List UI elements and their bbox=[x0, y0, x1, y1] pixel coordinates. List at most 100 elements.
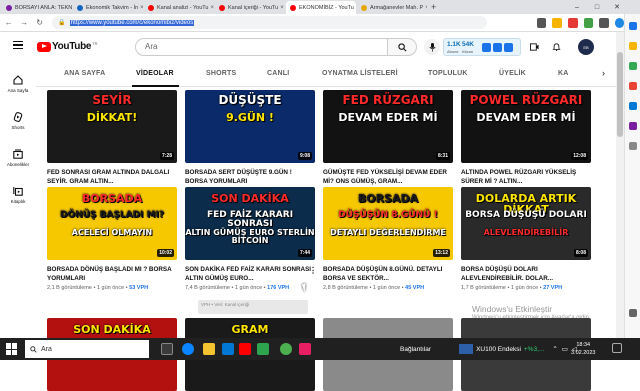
edge-browser-icon[interactable] bbox=[182, 343, 194, 355]
bookmark-star-icon[interactable] bbox=[552, 17, 562, 28]
stats-button-icon[interactable] bbox=[493, 43, 502, 52]
extension-icon[interactable] bbox=[629, 122, 637, 130]
tab-live[interactable]: CANLI bbox=[267, 70, 289, 77]
links-label[interactable]: Bağlantılar bbox=[400, 346, 431, 353]
file-explorer-icon[interactable] bbox=[203, 343, 215, 355]
more-options-icon[interactable]: ⋮ bbox=[309, 266, 317, 275]
notifications-bell-icon[interactable] bbox=[552, 43, 561, 51]
extensions-puzzle-icon[interactable] bbox=[599, 17, 609, 28]
search-button[interactable] bbox=[388, 38, 417, 56]
games-icon[interactable] bbox=[629, 62, 637, 70]
minimize-button[interactable]: – bbox=[568, 0, 586, 14]
stats-button-icon[interactable] bbox=[504, 43, 513, 52]
ticker-name[interactable]: XU100 Endeksi bbox=[476, 346, 521, 353]
video-title[interactable]: ALTINDA POWEL RÜZGARI YÜKSELİŞ SÜRER Mİ … bbox=[461, 168, 591, 186]
back-icon[interactable]: ← bbox=[2, 16, 15, 30]
chrome-icon[interactable] bbox=[280, 343, 292, 355]
video-title[interactable]: SON DAKİKA FED FAİZ KARARI SONRASI ALTIN… bbox=[185, 265, 315, 283]
scrollbar-thumb[interactable] bbox=[617, 52, 623, 137]
app-icon[interactable] bbox=[299, 343, 311, 355]
video-thumbnail[interactable]: DOLARDA ARTIK DİKKAT BORSA DÜŞÜŞÜ DOLARI A… bbox=[461, 187, 591, 260]
browser-tab[interactable]: Kanal analizi - YouTu × bbox=[144, 1, 214, 14]
video-title[interactable]: BORSADA DÜŞÜŞÜN 8.GÜNÜ. DETAYLI BORSA VE… bbox=[323, 265, 453, 283]
hamburger-menu-icon[interactable] bbox=[13, 41, 23, 49]
tab-channels[interactable]: KA bbox=[558, 70, 569, 77]
video-card[interactable]: BORSADA DÜŞÜŞÜN 8.GÜNÜ ! DETAYLI DEĞERLEND… bbox=[323, 187, 453, 291]
browser-tab[interactable]: Ekonomik Takvim - İn × bbox=[73, 1, 143, 14]
network-icon[interactable]: ▭ bbox=[562, 345, 568, 353]
close-window-button[interactable]: ✕ bbox=[608, 0, 626, 14]
reload-icon[interactable]: ↻ bbox=[33, 16, 46, 30]
voice-search-button[interactable] bbox=[424, 39, 440, 55]
url-text[interactable]: https://www.youtube.com/c/ekonomibiz/vid… bbox=[69, 19, 195, 26]
search-icon[interactable] bbox=[629, 22, 637, 30]
tab-close-icon[interactable]: × bbox=[208, 5, 214, 11]
tab-close-icon[interactable]: × bbox=[423, 5, 427, 11]
tab-close-icon[interactable]: × bbox=[278, 5, 284, 11]
tab-shorts[interactable]: SHORTS bbox=[206, 70, 236, 77]
youtube-app-icon[interactable] bbox=[239, 343, 251, 355]
stats-button-icon[interactable] bbox=[482, 43, 491, 52]
search-input[interactable]: Ara bbox=[135, 38, 388, 56]
forward-icon[interactable]: → bbox=[17, 16, 30, 30]
url-bar[interactable]: 🔒 https://www.youtube.com/c/ekonomibiz/v… bbox=[52, 16, 487, 29]
system-clock[interactable]: 18:34 3.02.2023 bbox=[571, 341, 595, 357]
video-thumbnail[interactable]: BORSADA DÖNÜŞ BAŞLADI MI? ACELECİ OLMAYIN 1… bbox=[47, 187, 177, 260]
browser-tab[interactable]: Kanal içeriği - YouTu × bbox=[215, 1, 285, 14]
maximize-button[interactable]: □ bbox=[588, 0, 606, 14]
youtube-logo[interactable]: YouTube TR bbox=[37, 41, 98, 52]
new-tab-button[interactable]: + bbox=[431, 1, 436, 14]
app-icon[interactable] bbox=[257, 343, 269, 355]
store-icon[interactable] bbox=[222, 343, 234, 355]
video-title[interactable]: BORSADA DÖNÜŞ BAŞLADI MI ? BORSA YORUMLA… bbox=[47, 265, 177, 283]
browser-tab[interactable]: EKONOMİBİZ - YouTu× bbox=[286, 1, 356, 14]
tab-membership[interactable]: ÜYELİK bbox=[499, 70, 526, 77]
browser-tab[interactable]: Armağanevler Mah. P × bbox=[357, 1, 427, 14]
video-card[interactable]: FED RÜZGARI DEVAM EDER Mİ 8:31 GÜMÜŞTE FED … bbox=[323, 90, 453, 194]
extension-icon[interactable] bbox=[583, 17, 594, 28]
page-scrollbar[interactable] bbox=[616, 32, 624, 338]
sidebar-item-subscriptions[interactable]: Abonelikler bbox=[0, 149, 36, 167]
browser-tab[interactable]: BORSAYI ANLA: TEKN× bbox=[2, 1, 72, 14]
share-icon[interactable] bbox=[536, 17, 547, 28]
sidebar-item-home[interactable]: Ana Sayfa bbox=[0, 75, 36, 93]
tab-home[interactable]: ANA SAYFA bbox=[64, 70, 105, 77]
stats-extension-widget[interactable]: 1.1K 54K Abone Kitzan bbox=[443, 38, 521, 56]
video-title[interactable]: GÜMÜŞTE FED YÜKSELİŞİ DEVAM EDER Mİ? ONS… bbox=[323, 168, 453, 186]
video-thumbnail[interactable]: SON DAKİKA FED FAİZ KARARI SONRASI ALTIN G… bbox=[185, 187, 315, 260]
tab-videos[interactable]: VİDEOLAR bbox=[136, 70, 174, 77]
sidebar-item-library[interactable]: Kitaplık bbox=[0, 186, 36, 204]
video-thumbnail[interactable]: DÜŞÜŞTE 9.GÜN ! 9:08 bbox=[185, 90, 315, 163]
video-thumbnail[interactable]: FED RÜZGARI DEVAM EDER Mİ 8:31 bbox=[323, 90, 453, 163]
video-title[interactable]: BORSADA SERT DÜŞÜŞTE 9.GÜN ! BORSA YORUM… bbox=[185, 168, 315, 186]
tab-close-icon[interactable]: × bbox=[138, 5, 143, 11]
video-thumbnail[interactable]: SEYİR DİKKAT! 7:28 bbox=[47, 90, 177, 163]
taskbar-search-input[interactable]: Ara bbox=[25, 340, 149, 358]
task-view-icon[interactable] bbox=[161, 343, 173, 355]
windows-start-icon[interactable] bbox=[6, 343, 18, 355]
chevron-right-icon[interactable]: › bbox=[602, 68, 605, 78]
profile-icon[interactable] bbox=[614, 17, 625, 28]
chevron-up-icon[interactable]: ⌃ bbox=[552, 345, 557, 353]
video-card[interactable]: SEYİR DİKKAT! 7:28 FED SONRASI GRAM ALTINDA… bbox=[47, 90, 177, 194]
office-icon[interactable] bbox=[629, 82, 637, 90]
extension-icon[interactable] bbox=[568, 17, 578, 28]
tab-playlists[interactable]: OYNATMA LİSTELERİ bbox=[322, 70, 398, 77]
video-thumbnail[interactable]: BORSADA DÜŞÜŞÜN 8.GÜNÜ ! DETAYLI DEĞERLEND… bbox=[323, 187, 453, 260]
video-title[interactable]: FED SONRASI GRAM ALTINDA DALGALI SEYİR. … bbox=[47, 168, 177, 186]
outlook-icon[interactable] bbox=[629, 102, 637, 110]
sidebar-item-shorts[interactable]: Shorts bbox=[0, 112, 36, 130]
notifications-icon[interactable] bbox=[612, 343, 622, 353]
video-title[interactable]: BORSA DÜŞÜŞÜ DOLARI ALEVLENDİREBİLİR. DO… bbox=[461, 265, 591, 283]
video-card[interactable]: DOLARDA ARTIK DİKKAT BORSA DÜŞÜŞÜ DOLARI A… bbox=[461, 187, 591, 291]
add-icon[interactable] bbox=[629, 142, 637, 150]
video-card[interactable]: BORSADA DÖNÜŞ BAŞLADI MI? ACELECİ OLMAYIN 1… bbox=[47, 187, 177, 291]
tools-icon[interactable] bbox=[629, 42, 637, 50]
tab-close-icon[interactable]: × bbox=[354, 5, 357, 11]
avatar[interactable]: EB bbox=[578, 39, 594, 55]
video-card[interactable]: SON DAKİKA FED FAİZ KARARI SONRASI ALTIN G… bbox=[185, 187, 315, 291]
video-card[interactable]: POWEL RÜZGARI DEVAM EDER Mİ 12:08 ALTINDA P… bbox=[461, 90, 591, 194]
create-video-icon[interactable] bbox=[530, 43, 539, 51]
settings-gear-icon[interactable] bbox=[629, 309, 637, 317]
tab-community[interactable]: TOPLULUK bbox=[428, 70, 468, 77]
